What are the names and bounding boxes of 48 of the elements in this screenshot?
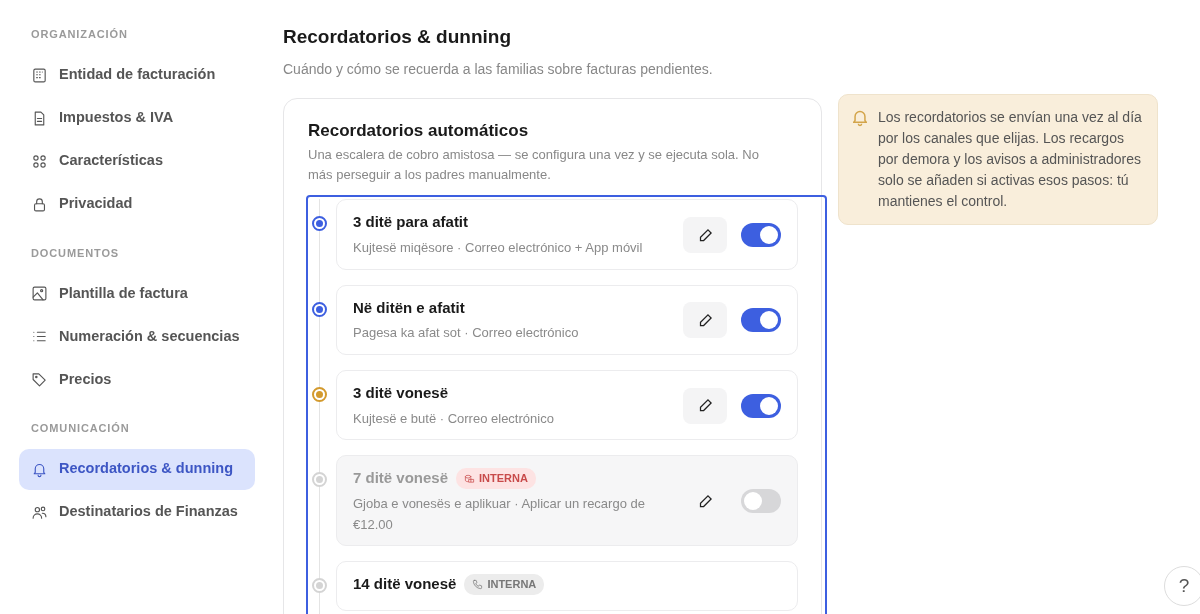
sidebar-item[interactable]: Entidad de facturación [19, 54, 255, 96]
sidebar-item[interactable]: Numeración & secuencias [19, 316, 255, 357]
sidebar-item[interactable]: Recordatorios & dunning [19, 448, 255, 490]
edit-button[interactable] [683, 217, 727, 254]
card-title: Recordatorios automáticos [308, 120, 530, 142]
image-icon [31, 285, 48, 302]
section-heading: COMUNICACIÓN [30, 421, 131, 436]
pencil-icon [697, 493, 713, 509]
pencil-icon [697, 398, 713, 414]
page-title: Recordatorios & dunning [283, 26, 512, 49]
sidebar-item[interactable]: Características [19, 140, 255, 182]
coins-icon [464, 473, 476, 485]
bell-icon [853, 110, 867, 127]
step-title: Në ditën e afatit [353, 297, 465, 318]
edit-button[interactable] [683, 302, 727, 339]
toggle-switch[interactable] [741, 489, 781, 514]
pencil-icon [697, 227, 713, 243]
info-text: Los recordatorios se envían una vez al día por los canales que elijas. Los recargos por demora y los avisos a administradores solo se añaden si activas esos pasos: tú mantienes el control. [878, 108, 1143, 211]
pencil-icon [697, 312, 713, 328]
lock-icon [31, 195, 48, 213]
internal-tag: INTERNA [464, 574, 545, 595]
step-title: 14 ditë vonesë [353, 574, 457, 595]
sidebar-item[interactable]: Plantilla de factura [19, 273, 255, 314]
toggle-switch[interactable] [741, 393, 781, 418]
grid-icon [31, 152, 48, 170]
step-detail: Kujtesë miqësore · Correo electrónico + App móvil [353, 238, 644, 257]
step-detail: Kujtesë e butë · Correo electrónico [353, 409, 555, 428]
step-title: 3 ditë vonesë [353, 383, 449, 404]
step-detail: Pagesa ka afat sot · Correo electrónico [353, 324, 580, 343]
phone-icon [472, 579, 484, 591]
edit-button[interactable] [683, 387, 727, 424]
step-title: 3 ditë para afatit [353, 212, 469, 233]
sidebar-item[interactable]: Privacidad [19, 183, 255, 225]
section-heading: DOCUMENTOS [30, 245, 121, 261]
tag-icon [31, 371, 48, 388]
help-button[interactable]: ? [1164, 566, 1200, 606]
building-icon [31, 66, 48, 84]
toggle-switch[interactable] [741, 308, 781, 333]
sidebar-item[interactable]: Precios [19, 359, 255, 400]
internal-tag: INTERNA [456, 468, 536, 489]
page-subtitle: Cuándo y cómo se recuerda a las familias sobre facturas pendientes. [283, 59, 714, 79]
step-title: 7 ditë vonesë [353, 468, 449, 489]
sidebar-item[interactable]: Destinatarios de Finanzas [19, 491, 255, 533]
card-description: Una escalera de cobro amistosa — se configura una vez y se ejecuta sola. No más perseguir a los padres manualmente. [308, 146, 760, 185]
toggle-switch[interactable] [741, 223, 781, 248]
step-detail: Gjoba e vonesës e aplikuar · Aplicar un recargo de €12.00 [353, 494, 646, 534]
sidebar-item[interactable]: Impuestos & IVA [19, 97, 255, 139]
section-heading: ORGANIZACIÓN [30, 27, 129, 42]
